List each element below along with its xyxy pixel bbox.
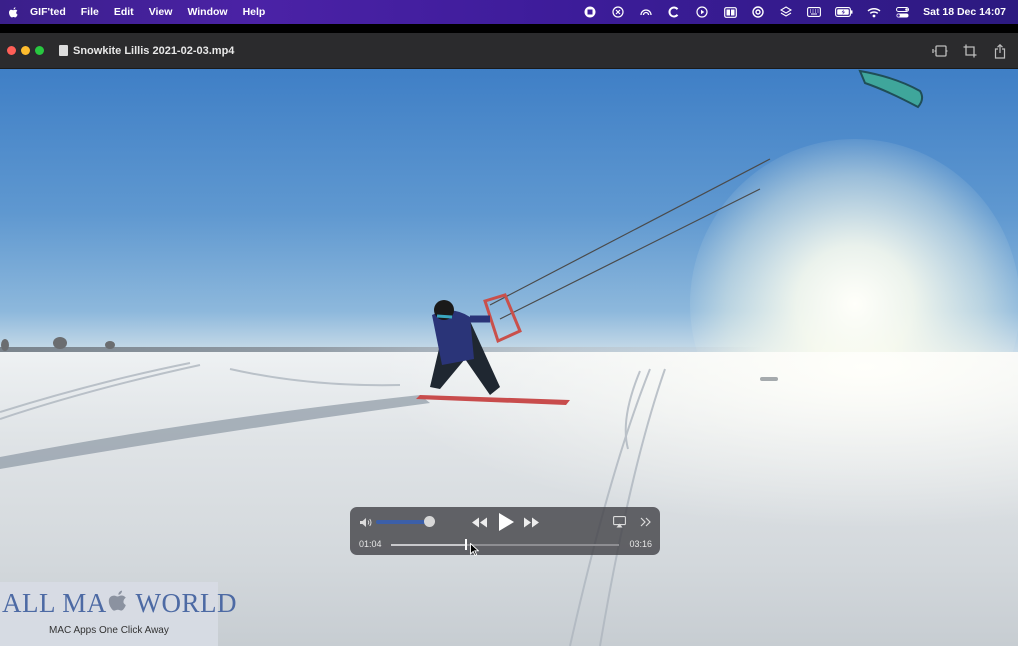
airplay-icon[interactable]	[612, 515, 626, 529]
total-time: 03:16	[629, 539, 652, 549]
close-circle-icon[interactable]	[611, 5, 625, 19]
layers-icon[interactable]	[779, 5, 793, 19]
trim-icon[interactable]	[932, 43, 948, 59]
kiter	[416, 293, 570, 405]
window-toolbar	[918, 33, 1008, 69]
battery-icon[interactable]	[835, 5, 853, 19]
crop-icon[interactable]	[962, 43, 978, 59]
at-icon[interactable]	[751, 5, 765, 19]
menu-bar: GIF'ted File Edit View Window Help Sat 1…	[0, 0, 1018, 24]
watermark-tagline: MAC Apps One Click Away	[49, 625, 169, 636]
fullscreen-window-button[interactable]	[35, 46, 44, 55]
scrubber-progress	[391, 544, 467, 546]
video-scene	[0, 69, 924, 646]
trees	[1, 337, 115, 351]
document-icon	[59, 45, 68, 56]
video-frame[interactable]	[0, 69, 1018, 646]
minimize-window-button[interactable]	[21, 46, 30, 55]
player-controls: 01:04 03:16	[350, 507, 660, 555]
kiter-shadow	[0, 395, 430, 469]
more-chevron-icon[interactable]	[639, 515, 653, 529]
close-window-button[interactable]	[7, 46, 16, 55]
scrubber-playhead[interactable]	[465, 539, 468, 550]
play-circle-icon[interactable]	[695, 5, 709, 19]
menu-edit[interactable]: Edit	[114, 6, 134, 18]
app-menu[interactable]: GIF'ted	[30, 6, 66, 18]
window-controls	[7, 46, 49, 55]
play-icon[interactable]	[496, 511, 516, 533]
window-title[interactable]: Snowkite Lillis 2021-02-03.mp4	[73, 45, 234, 57]
control-center-icon[interactable]	[895, 5, 909, 19]
menu-view[interactable]: View	[149, 6, 173, 18]
rewind-icon[interactable]	[470, 515, 488, 529]
kite	[858, 69, 924, 109]
watermark: ALL MA WORLD MAC Apps One Click Away	[0, 582, 236, 646]
hotspot-icon[interactable]	[639, 5, 653, 19]
menu-window[interactable]: Window	[187, 6, 227, 18]
kite-lines	[489, 158, 771, 320]
apple-logo-icon	[108, 590, 126, 611]
fast-forward-icon[interactable]	[522, 515, 540, 529]
volume-slider[interactable]	[376, 520, 429, 524]
menu-bar-clock[interactable]: Sat 18 Dec 14:07	[923, 6, 1006, 18]
volume-slider-knob[interactable]	[423, 516, 435, 527]
watermark-logo: ALL MA WORLD	[2, 588, 237, 619]
status-bar: Sat 18 Dec 14:07	[583, 0, 1018, 24]
volume-icon[interactable]	[358, 515, 372, 529]
apple-menu-icon[interactable]	[7, 5, 19, 19]
watermark-logo-left: ALL MA	[2, 588, 107, 618]
watermark-logo-right: WORLD	[128, 588, 237, 618]
sidebar-icon[interactable]	[723, 5, 737, 19]
share-icon[interactable]	[992, 43, 1008, 59]
record-icon[interactable]	[583, 5, 597, 19]
wifi-icon[interactable]	[867, 5, 881, 19]
menu-file[interactable]: File	[81, 6, 99, 18]
mouse-cursor-icon	[470, 543, 479, 556]
snow-chunk	[760, 377, 778, 381]
window-title-bar: Snowkite Lillis 2021-02-03.mp4	[0, 33, 1018, 69]
current-time: 01:04	[359, 539, 382, 549]
keyboard-icon[interactable]	[807, 5, 822, 19]
menu-help[interactable]: Help	[243, 6, 266, 18]
c-app-icon[interactable]	[667, 5, 681, 19]
